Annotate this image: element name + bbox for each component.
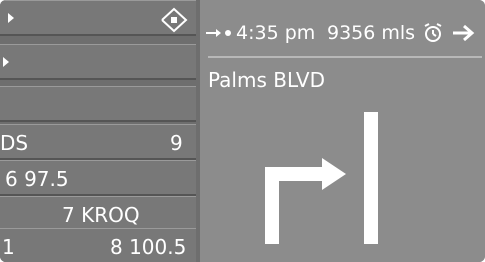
route-arrow-icon — [206, 29, 231, 37]
time-text: 4:35 pm — [236, 22, 316, 44]
menu-item-label: 1 — [2, 235, 15, 259]
menu-item-6[interactable]: 7 KROQ — [0, 196, 196, 232]
divider — [208, 56, 482, 58]
menu-item-3[interactable] — [0, 86, 196, 122]
menu-item-4[interactable]: DS 9 — [0, 124, 196, 160]
play-arrow-icon — [8, 13, 14, 23]
street-name: Palms BLVD — [208, 68, 325, 92]
menu-item-value: 8 100.5 — [110, 235, 187, 259]
menu-item-label: 6 97.5 — [5, 167, 69, 191]
menu-item-2[interactable] — [0, 44, 196, 80]
alarm-clock-icon — [424, 23, 442, 42]
guidance-panel: 4:35 pm 9356 mls Palms BLVD — [200, 0, 485, 262]
menu-item-value: 9 — [170, 131, 183, 155]
distance-text: 9356 mls — [327, 22, 416, 44]
source-menu: DS 9 6 97.5 7 KROQ 1 8 100.5 — [0, 0, 200, 262]
navigation-screen: DS 9 6 97.5 7 KROQ 1 8 100.5 4:35 pm 935… — [0, 0, 485, 262]
menu-item-label: DS — [0, 131, 29, 155]
directional-pad-icon[interactable] — [156, 5, 192, 35]
turn-right-icon — [265, 112, 378, 244]
play-arrow-icon — [3, 57, 9, 67]
menu-item-5[interactable]: 6 97.5 — [0, 160, 196, 196]
menu-item-1[interactable] — [0, 0, 196, 36]
menu-item-7[interactable]: 1 8 100.5 — [0, 228, 196, 262]
arrow-right-icon — [453, 24, 475, 42]
menu-item-label: 7 KROQ — [62, 203, 140, 227]
